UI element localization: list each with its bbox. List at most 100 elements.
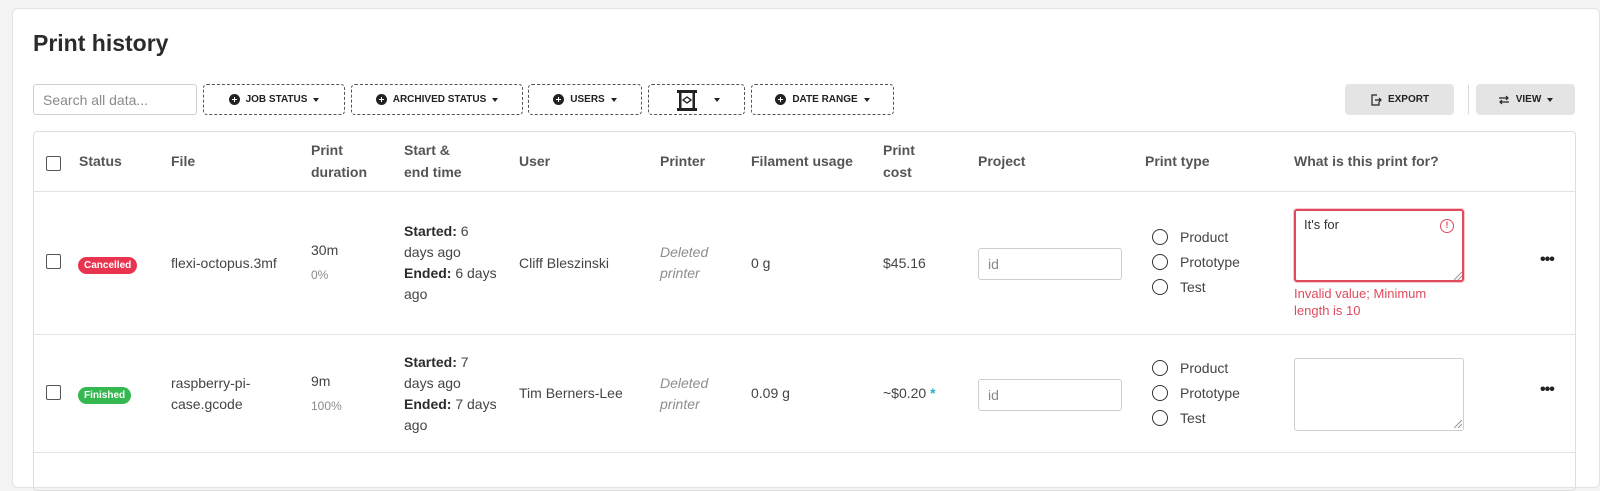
start-end-time: Started: 7 days ago Ended: 7 days ago xyxy=(404,352,504,436)
header-file: File xyxy=(171,153,196,169)
estimate-asterisk[interactable]: * xyxy=(930,385,935,401)
date-range-filter-button[interactable]: DATE RANGE xyxy=(751,84,894,115)
started-label: Started: xyxy=(404,223,457,239)
header-project: Project xyxy=(978,153,1026,169)
radio-prototype-label: Prototype xyxy=(1180,385,1240,401)
radio-prototype-label: Prototype xyxy=(1180,254,1240,270)
header-print-duration-line1: Print xyxy=(311,142,343,158)
filament-usage: 0 g xyxy=(751,255,771,271)
toolbar-divider xyxy=(1468,85,1469,114)
row-checkbox[interactable] xyxy=(46,254,61,269)
header-print-duration-line2: duration xyxy=(311,164,367,180)
radio-test[interactable]: Test xyxy=(1152,279,1206,295)
radio-test[interactable]: Test xyxy=(1152,410,1206,426)
file-name-line1: raspberry-pi- xyxy=(171,375,251,391)
printer-name-line1: Deleted xyxy=(660,375,709,391)
job-status-filter-button[interactable]: JOB STATUS xyxy=(203,84,345,115)
radio-circle-icon xyxy=(1152,360,1168,376)
more-actions-icon[interactable]: ••• xyxy=(1540,381,1555,399)
radio-circle-icon xyxy=(1152,229,1168,245)
user-name: Cliff Bleszinski xyxy=(519,255,609,271)
header-time-line1: Start & xyxy=(404,142,450,158)
row-divider xyxy=(34,334,1575,335)
ended-value-cont: ago xyxy=(404,417,428,433)
plus-circle-icon xyxy=(228,94,240,105)
view-button[interactable]: VIEW xyxy=(1476,84,1575,115)
printer-filter-button[interactable] xyxy=(648,84,745,115)
caret-down-icon xyxy=(313,97,320,102)
radio-test-label: Test xyxy=(1180,410,1206,426)
ended-value: 7 days xyxy=(451,396,497,412)
ended-line: Ended: 6 days xyxy=(404,263,504,284)
radio-prototype[interactable]: Prototype xyxy=(1152,385,1240,401)
header-print-duration: Print duration xyxy=(311,139,367,183)
swap-arrows-icon xyxy=(1498,95,1509,104)
ended-value: 6 days xyxy=(451,265,497,281)
printer-icon xyxy=(676,89,697,111)
radio-product-label: Product xyxy=(1180,360,1229,376)
radio-circle-icon xyxy=(1152,410,1168,426)
project-input[interactable] xyxy=(978,379,1122,411)
radio-test-label: Test xyxy=(1180,279,1206,295)
status-badge: Finished xyxy=(78,387,132,404)
file-name: flexi-octopus.3mf xyxy=(171,255,277,271)
header-time-line2: end time xyxy=(404,164,462,180)
printer-name-line2: printer xyxy=(660,265,700,281)
started-value-cont: days ago xyxy=(404,244,461,260)
printer-name: Deleted printer xyxy=(660,373,708,415)
started-label: Started: xyxy=(404,354,457,370)
row-divider xyxy=(34,452,1575,453)
printer-name-line1: Deleted xyxy=(660,244,709,260)
radio-circle-icon xyxy=(1152,385,1168,401)
plus-circle-icon xyxy=(553,94,565,105)
resize-grip-icon[interactable] xyxy=(1454,420,1462,428)
radio-product-label: Product xyxy=(1180,229,1229,245)
radio-product[interactable]: Product xyxy=(1152,229,1228,245)
plus-circle-icon xyxy=(775,94,787,105)
resize-grip-icon[interactable] xyxy=(1454,272,1462,280)
archived-status-filter-button[interactable]: ARCHIVED STATUS xyxy=(351,84,523,115)
users-filter-label: USERS xyxy=(570,94,605,105)
header-user: User xyxy=(519,153,551,169)
purpose-textarea[interactable] xyxy=(1294,358,1464,431)
ended-line: Ended: 7 days xyxy=(404,394,504,415)
print-progress: 0% xyxy=(311,268,329,282)
header-filament-usage: Filament usage xyxy=(751,153,853,169)
caret-down-icon xyxy=(610,97,617,102)
validation-error: Invalid value; Minimum length is 10 xyxy=(1294,285,1426,319)
purpose-textarea[interactable] xyxy=(1294,209,1464,282)
ended-value-cont: ago xyxy=(404,286,428,302)
header-purpose: What is this print for? xyxy=(1294,153,1439,169)
validation-error-line2: length is 10 xyxy=(1294,303,1361,318)
started-value: 6 xyxy=(456,223,469,239)
radio-prototype[interactable]: Prototype xyxy=(1152,254,1240,270)
radio-circle-icon xyxy=(1152,254,1168,270)
printer-name: Deleted printer xyxy=(660,242,708,284)
users-filter-button[interactable]: USERS xyxy=(528,84,642,115)
project-input[interactable] xyxy=(978,248,1122,280)
view-label: VIEW xyxy=(1515,94,1542,105)
started-line: Started: 7 xyxy=(404,352,504,373)
row-checkbox[interactable] xyxy=(46,385,61,400)
user-name: Tim Berners-Lee xyxy=(519,385,623,401)
header-print-type: Print type xyxy=(1145,153,1210,169)
job-status-filter-label: JOB STATUS xyxy=(245,94,308,105)
printer-name-line2: printer xyxy=(660,396,700,412)
export-icon xyxy=(1371,93,1382,106)
export-button[interactable]: EXPORT xyxy=(1345,84,1454,115)
caret-down-icon xyxy=(492,97,499,102)
radio-circle-icon xyxy=(1152,279,1168,295)
radio-product[interactable]: Product xyxy=(1152,360,1228,376)
header-start-end-time: Start & end time xyxy=(404,139,462,183)
print-cost: ~$0.20 * xyxy=(883,383,936,404)
started-value-cont: days ago xyxy=(404,375,461,391)
more-actions-icon[interactable]: ••• xyxy=(1540,251,1555,269)
print-cost-value: ~$0.20 xyxy=(883,385,927,401)
select-all-checkbox[interactable] xyxy=(46,156,61,171)
caret-down-icon xyxy=(713,97,720,102)
caret-down-icon xyxy=(863,97,870,102)
header-cost-line2: cost xyxy=(883,164,912,180)
search-input[interactable] xyxy=(33,84,197,115)
date-range-filter-label: DATE RANGE xyxy=(792,94,858,105)
plus-circle-icon xyxy=(375,94,387,105)
